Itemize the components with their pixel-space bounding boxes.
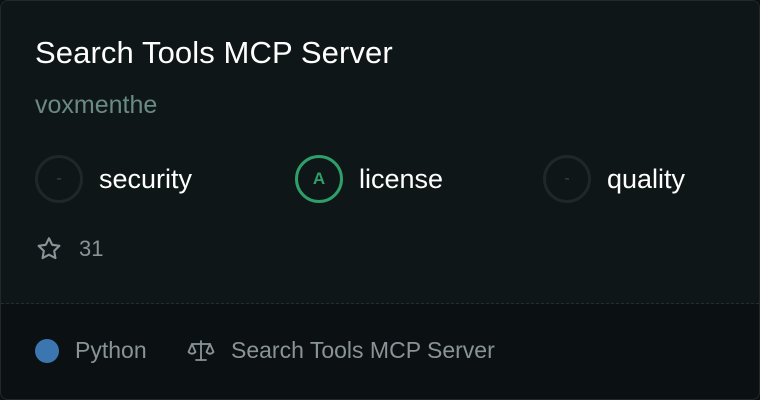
star-count-value: 31 [79, 236, 104, 261]
language-color-dot [35, 338, 59, 363]
scale-icon [187, 339, 215, 361]
security-grade-badge: - [35, 155, 83, 203]
language-label: Python [75, 337, 147, 363]
security-label: security [99, 163, 193, 194]
score-row: - security A license - quality [35, 155, 735, 203]
card-title[interactable]: Search Tools MCP Server [35, 35, 393, 71]
license-tag: Search Tools MCP Server [187, 337, 495, 364]
license-label: license [359, 163, 444, 194]
language-tag: Python [35, 337, 147, 364]
score-quality: - quality [543, 155, 685, 203]
server-card[interactable]: Search Tools MCP Server voxmenthe - secu… [0, 0, 760, 400]
score-security: - security [35, 155, 192, 203]
license-text: Search Tools MCP Server [231, 337, 495, 363]
score-license: A license [295, 155, 443, 203]
quality-grade-badge: - [543, 155, 591, 203]
quality-label: quality [607, 163, 686, 194]
star-count[interactable]: 31 [35, 235, 103, 263]
card-author[interactable]: voxmenthe [35, 91, 157, 120]
card-body: Search Tools MCP Server voxmenthe - secu… [1, 1, 759, 303]
star-icon [37, 237, 61, 260]
license-grade-badge: A [295, 155, 343, 203]
